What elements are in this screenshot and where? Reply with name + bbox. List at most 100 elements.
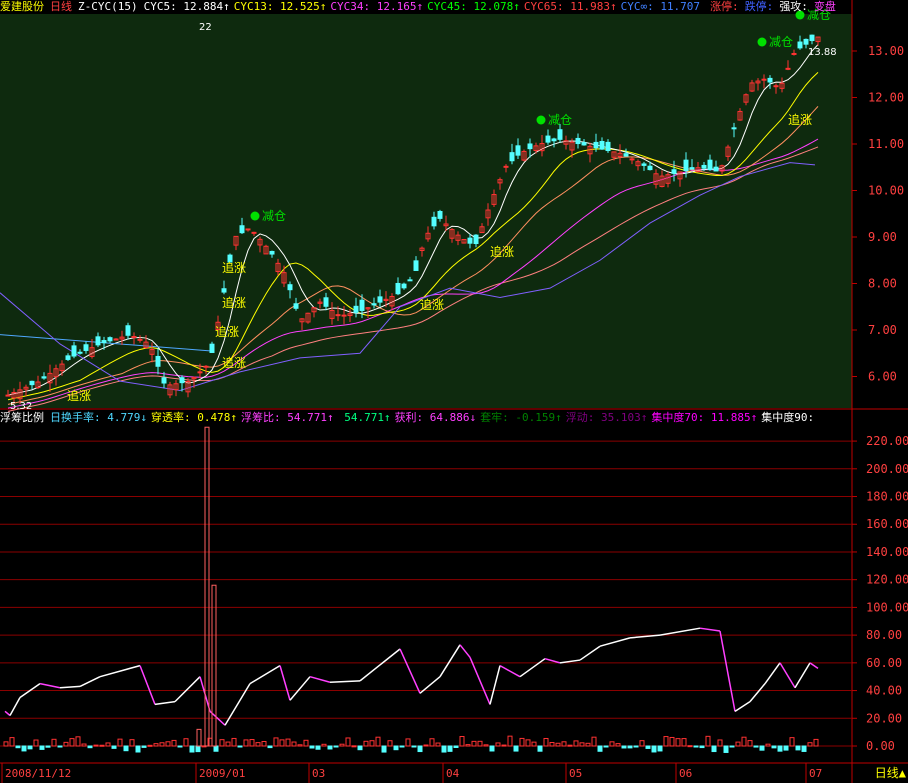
change-label: 变盘 — [813, 0, 836, 13]
turnover-bar — [567, 744, 573, 747]
sub-tick-label: 140.00 — [866, 545, 908, 559]
indicator-name[interactable]: Z-CYC(15) — [78, 0, 138, 13]
turnover-bar — [39, 745, 45, 750]
price-tick-label: 8.00 — [868, 277, 897, 291]
candle-body — [179, 377, 185, 384]
period-switch-button[interactable]: 日线▲ — [874, 765, 906, 782]
turnover-bar — [657, 745, 663, 752]
turnover-bar — [453, 745, 459, 748]
turnover-bar — [537, 745, 543, 752]
turnover-bar — [393, 745, 399, 751]
sub-indicator-value-5: 套牢: -0.159↑ — [480, 411, 562, 424]
reduce-signal-dot — [536, 115, 546, 125]
turnover-bar — [711, 745, 717, 753]
sub-tick-label: 60.00 — [866, 656, 902, 670]
date-label: 06 — [679, 767, 693, 780]
turnover-bar — [603, 745, 609, 748]
candle-body — [647, 165, 653, 171]
turnover-bar — [381, 745, 387, 753]
turnover-bar — [327, 745, 333, 750]
sub-indicator-name[interactable]: 浮筹比例 — [0, 411, 44, 424]
turnover-bar — [111, 745, 117, 749]
turnover-bar — [501, 744, 507, 747]
sub-indicator-values: 日换手率: 4.779↓ 穿透率: 0.478↑ 浮筹比: 54.771↑ 54.7… — [50, 411, 818, 424]
turnover-bar — [147, 744, 153, 747]
turnover-bar — [27, 745, 33, 750]
turnover-bar — [93, 744, 99, 747]
candle-body — [623, 153, 629, 157]
candle-body — [629, 158, 635, 161]
turnover-bar — [333, 745, 339, 748]
strong-attack-label: 强攻: — [779, 0, 808, 13]
turnover-bar — [633, 745, 639, 748]
turnover-bar — [783, 745, 789, 751]
turnover-bar — [45, 745, 51, 748]
indicator-value-4: CYC65: 11.983↑ — [523, 0, 617, 13]
chase-signal-label: 追涨 — [490, 244, 514, 259]
candle-body — [371, 303, 377, 306]
candle-body — [287, 284, 293, 291]
candle-body — [197, 371, 203, 374]
candle-body — [431, 216, 437, 227]
indicator-value-0: CYC5: 12.884↑ — [143, 0, 230, 13]
price-tick-label: 13.00 — [868, 44, 904, 58]
turnover-bar — [645, 745, 651, 749]
sub-tick-label: 20.00 — [866, 711, 902, 725]
candle-body — [593, 141, 599, 149]
candle-body — [605, 141, 611, 152]
candle-body — [581, 142, 587, 146]
stock-name[interactable]: 爱建股份 — [0, 0, 44, 13]
sub-tick-label: 0.00 — [866, 739, 895, 753]
candle-body — [803, 38, 809, 45]
candle-body — [713, 166, 719, 172]
candle-body — [377, 296, 383, 303]
turnover-bar — [687, 745, 693, 748]
turnover-bar — [417, 745, 423, 753]
date-label: 2008/11/12 — [5, 767, 72, 780]
indicator-value-5: CYC∞: 11.707 — [620, 0, 701, 13]
sub-indicator-value-4: 获利: 64.886↓ — [394, 411, 477, 424]
candle-body — [83, 344, 89, 351]
sub-indicator-value-0: 日换手率: 4.779↓ — [50, 411, 147, 424]
candle-body — [707, 159, 713, 171]
candle-body — [101, 340, 107, 344]
chart-canvas[interactable]: 13.0012.0011.0010.009.008.007.006.00220.… — [0, 0, 908, 783]
turnover-bar — [729, 745, 735, 748]
sub-indicator-value-8: 集中度90: — [761, 411, 815, 424]
candle-body — [791, 52, 797, 55]
candle-body — [107, 337, 113, 342]
candle-body — [551, 138, 557, 142]
indicator-value-2: CYC34: 12.165↑ — [330, 0, 424, 13]
candle-body — [683, 159, 689, 172]
stock-chart-window: 13.00 12.00 11.00 10.00 9.00 8.00 7.00 6.00 220.… — [0, 0, 908, 783]
candle-body — [251, 231, 257, 234]
candle-body — [29, 380, 35, 386]
candle-body — [527, 143, 533, 150]
candle-body — [323, 297, 329, 307]
turnover-bar — [15, 745, 21, 749]
price-tick-label: 9.00 — [868, 230, 897, 244]
turnover-bar — [189, 745, 195, 753]
turnover-bar — [759, 745, 765, 751]
sub-tick-label: 80.00 — [866, 628, 902, 642]
sub-panel-bg — [0, 426, 852, 762]
turnover-bar — [699, 745, 705, 749]
candle-body — [545, 135, 551, 143]
turnover-bar — [801, 745, 807, 752]
candle-body — [77, 351, 83, 354]
candle-body — [473, 234, 479, 245]
sub-indicator-value-6: 浮动: 35.103↑ — [565, 411, 648, 424]
triangle-up-icon: ▲ — [898, 766, 906, 780]
candle-body — [155, 355, 161, 367]
turnover-bar — [411, 745, 417, 748]
candle-body — [467, 237, 473, 244]
candle-body — [401, 283, 407, 289]
turnover-bar — [513, 745, 519, 752]
turnover-bar — [693, 745, 699, 748]
candle-body — [761, 78, 767, 81]
candle-body — [203, 365, 209, 368]
date-label: 07 — [809, 767, 823, 780]
candle-body — [245, 228, 251, 231]
candle-body — [773, 85, 779, 88]
price-tick-label: 10.00 — [868, 184, 904, 198]
